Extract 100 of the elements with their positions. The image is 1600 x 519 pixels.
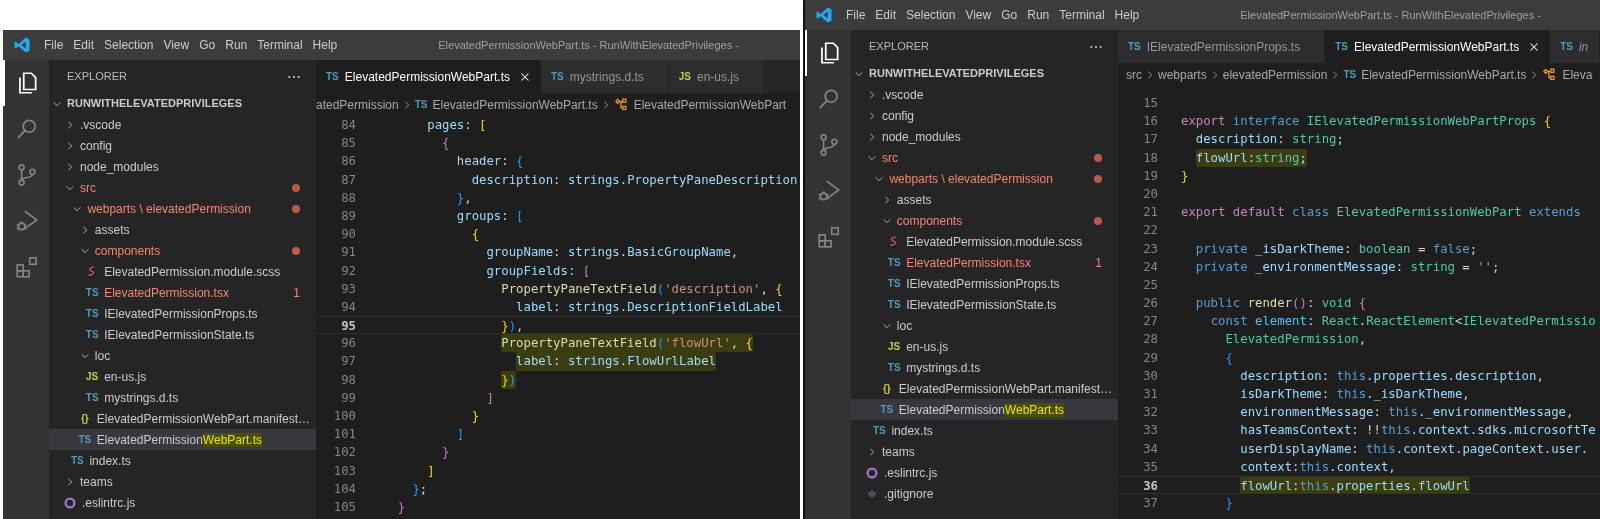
tree-item[interactable]: config [851,105,1118,126]
chevron-icon [1145,69,1155,80]
menu-item[interactable]: Edit [68,36,100,54]
file-type-icon: TS [887,299,901,310]
menu-item[interactable]: Help [1109,6,1145,24]
tree-item[interactable]: {} ElevatedPermissionWebPart.manifest… [49,408,316,429]
breadcrumb-item[interactable]: ElevatedPermissionWebPart [613,95,787,114]
line-number: 89 [340,207,356,225]
tree-item[interactable]: RUNWITHELEVATEDPRIVILEGES [49,93,316,114]
file-type-icon: TS [1560,41,1573,52]
menu-item[interactable]: File [39,36,69,54]
blocks-icon [816,224,842,250]
editor-tab[interactable]: TS mystrings.d.ts [540,60,669,93]
tree-item[interactable]: TS IElevatedPermissionProps.ts [49,303,316,324]
explorer-title: EXPLORER [869,39,929,55]
file-type-icon: TS [78,434,92,445]
tree-item[interactable]: .vscode [851,84,1118,105]
menu-item[interactable]: Selection [99,36,159,54]
file-type-icon: JS [86,371,99,382]
window-title: ElevatedPermissionWebPart.ts - RunWithElevatedPrivileges - [438,37,739,53]
ring-icon [63,495,77,510]
file-type-icon: {} [882,383,891,394]
tree-item[interactable]: assets [851,189,1118,210]
editor-tab[interactable]: TS IElevatedPermissionProps.ts [1118,30,1326,63]
breadcrumb-item[interactable]: src [1126,65,1142,84]
file-type-icon: TS [1343,67,1357,82]
tree-item[interactable]: src [851,147,1118,168]
menu-item[interactable]: Help [307,36,343,54]
menu-item[interactable]: View [158,36,195,54]
tree-item[interactable]: .eslintrc.js [49,492,316,513]
menu-item[interactable]: View [960,6,997,24]
breadcrumb-item[interactable]: atedPermission [316,95,399,114]
tree-item[interactable]: TS IElevatedPermissionState.ts [851,294,1118,315]
menu-item[interactable]: Selection [901,6,961,24]
menu-item[interactable]: Go [996,6,1023,24]
breadcrumb-item[interactable]: Eleva [1542,65,1593,84]
tree-item[interactable]: components [851,210,1118,231]
breadcrumb-item[interactable]: TS ElevatedPermissionWebPart.ts [1343,65,1527,84]
tree-item[interactable]: ElevatedPermission.module.scss [851,231,1118,252]
line-number: 23 [1142,240,1158,258]
tree-item[interactable]: TS ElevatedPermissionWebPart.ts [49,429,316,450]
line-number: 87 [340,171,356,189]
tree-item[interactable]: .vscode [49,114,316,135]
tree-item[interactable]: TS mystrings.d.ts [49,387,316,408]
tree-item[interactable]: .eslintrc.js [851,462,1118,483]
tree-item[interactable]: assets [49,219,316,240]
tree-item[interactable]: teams [49,471,316,492]
tree-item[interactable]: teams [851,441,1118,462]
app-logo-icon [13,36,31,54]
menu-item[interactable]: Terminal [252,36,308,54]
tree-item[interactable]: JS en-us.js [851,336,1118,357]
tree-item[interactable]: JS en-us.js [49,366,316,387]
editor-tab[interactable]: JS en-us.js [668,60,765,93]
tree-item[interactable]: TS IElevatedPermissionProps.ts [851,273,1118,294]
editor-tab[interactable]: TS ElevatedPermissionWebPart.ts [316,60,541,93]
breadcrumb-item[interactable]: elevatedPermission [1222,65,1328,84]
menu-item[interactable]: Terminal [1054,6,1110,24]
breadcrumb-item[interactable]: TS ElevatedPermissionWebPart.ts [414,95,598,114]
tree-item[interactable]: TS mystrings.d.ts [851,357,1118,378]
tree-item[interactable]: node_modules [851,126,1118,147]
editor-tab[interactable]: TS ElevatedPermissionWebPart.ts [1325,30,1551,63]
tree-item[interactable]: TS IElevatedPermissionState.ts [49,324,316,345]
line-number: 104 [332,480,356,498]
line-number: 17 [1142,131,1158,149]
file-type-icon: TS [414,97,428,112]
editor-tab[interactable]: TS in [1550,30,1600,63]
tree-item[interactable]: config [49,135,316,156]
line-number: 99 [340,389,356,407]
tree-item[interactable]: TS ElevatedPermissionWebPart.ts [851,399,1118,420]
file-type-icon: TS [85,329,99,340]
tree-item[interactable]: .gitignore [851,483,1118,504]
tree-item[interactable]: webparts \ elevatedPermission [851,168,1118,189]
line-number: 20 [1142,185,1158,203]
line-number: 29 [1142,349,1158,367]
menu-item[interactable]: File [841,6,871,24]
line-number: 94 [340,298,356,316]
line-number: 98 [340,371,356,389]
tree-item[interactable]: RUNWITHELEVATEDPRIVILEGES [851,63,1118,84]
line-number: 101 [332,426,356,444]
menu-item[interactable]: Edit [870,6,902,24]
line-number: 24 [1142,258,1158,276]
line-number: 16 [1142,113,1158,131]
tree-item[interactable]: ElevatedPermission.module.scss [49,261,316,282]
menu-item[interactable]: Run [1022,6,1055,24]
tree-item[interactable]: loc [49,345,316,366]
tree-item[interactable]: TS index.ts [851,420,1118,441]
window-title: ElevatedPermissionWebPart.ts - RunWithElevatedPrivileges - [1240,7,1541,23]
tree-item[interactable]: loc [851,315,1118,336]
tree-item[interactable]: {} ElevatedPermissionWebPart.manifest… [851,378,1118,399]
tree-item[interactable]: TS ElevatedPermission.tsx 1 [49,282,316,303]
menu-item[interactable]: Go [194,36,221,54]
tree-item[interactable]: TS index.ts [49,450,316,471]
breadcrumb-item[interactable]: webparts [1158,65,1207,84]
tree-item[interactable]: components [49,240,316,261]
menu-item[interactable]: Run [220,36,253,54]
diamond-icon [866,487,878,500]
tree-item[interactable]: TS ElevatedPermission.tsx 1 [851,252,1118,273]
tree-item[interactable]: webparts \ elevatedPermission [49,198,316,219]
tree-item[interactable]: src [49,177,316,198]
tree-item[interactable]: node_modules [49,156,316,177]
